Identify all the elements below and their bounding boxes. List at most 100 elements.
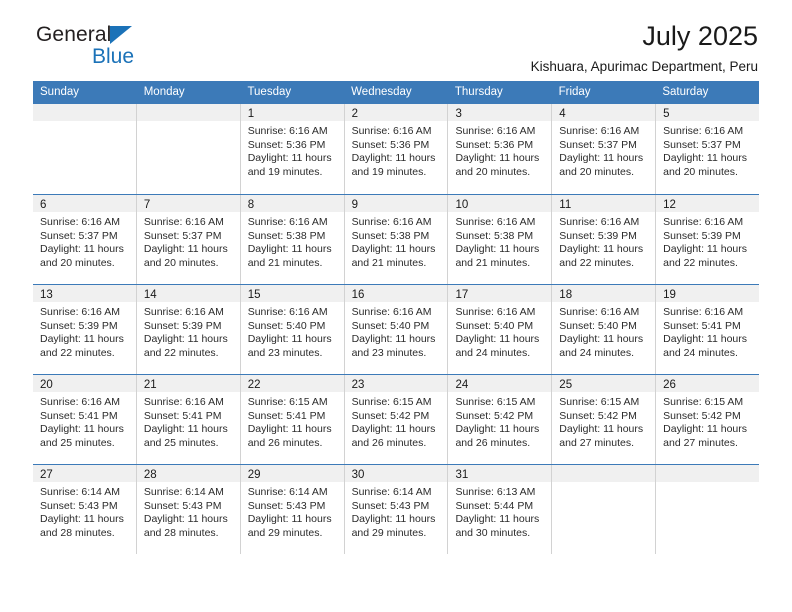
day-sun-info: Sunrise: 6:15 AM Sunset: 5:42 PM Daylight:… xyxy=(552,392,655,450)
weekday-header-row: Sunday Monday Tuesday Wednesday Thursday… xyxy=(33,81,759,104)
day-number: 5 xyxy=(663,108,670,120)
day-cell[interactable]: 11 Sunrise: 6:16 AM Sunset: 5:39 PM Dayligh… xyxy=(552,195,657,284)
sunrise-text: Sunrise: 6:16 AM xyxy=(663,306,744,318)
day-cell[interactable]: 9 Sunrise: 6:16 AM Sunset: 5:38 PM Daylight… xyxy=(344,195,449,284)
day-number: 27 xyxy=(40,469,53,481)
sunset-text: Sunset: 5:39 PM xyxy=(40,319,118,332)
day-number-bar: 18 xyxy=(552,285,656,302)
day-number-bar: 14 xyxy=(136,285,240,302)
sunset-text: Sunset: 5:43 PM xyxy=(351,499,430,512)
day-number: 16 xyxy=(351,289,365,301)
sunset-text: Sunset: 5:36 PM xyxy=(351,138,430,151)
day-cell[interactable]: 20 Sunrise: 6:16 AM Sunset: 5:41 PM Dayligh… xyxy=(33,375,137,464)
sunrise-text: Sunrise: 6:16 AM xyxy=(559,125,640,137)
day-number-bar: 20 xyxy=(33,375,136,392)
day-number: 10 xyxy=(455,199,469,211)
calendar-week-row: 13 Sunrise: 6:16 AM Sunset: 5:39 PM Dayligh… xyxy=(33,284,760,374)
day-sun-info: Sunrise: 6:13 AM Sunset: 5:44 PM Daylight:… xyxy=(448,482,551,540)
day-number-bar: 5 xyxy=(656,104,760,121)
sunrise-text: Sunrise: 6:13 AM xyxy=(455,486,536,498)
day-number: 3 xyxy=(455,108,462,120)
weekday-saturday: Saturday xyxy=(662,86,709,98)
day-cell[interactable]: 17 Sunrise: 6:16 AM Sunset: 5:40 PM Dayligh… xyxy=(448,285,553,374)
day-number-bar xyxy=(552,465,656,482)
sunset-text: Sunset: 5:39 PM xyxy=(143,319,222,332)
day-cell[interactable]: 3 Sunrise: 6:16 AM Sunset: 5:36 PM Daylight… xyxy=(448,104,553,194)
day-cell[interactable]: 16 Sunrise: 6:16 AM Sunset: 5:40 PM Dayligh… xyxy=(344,285,449,374)
day-number: 4 xyxy=(559,108,566,120)
daylight-text: Daylight: 11 hours and 27 minutes. xyxy=(559,423,644,449)
day-number-bar: 6 xyxy=(33,195,136,212)
day-number-bar: 24 xyxy=(448,375,552,392)
day-number-bar: 21 xyxy=(136,375,240,392)
sunset-text: Sunset: 5:42 PM xyxy=(663,409,741,422)
day-number: 1 xyxy=(247,108,255,120)
logo-text-general: General xyxy=(36,23,112,46)
daylight-text: Daylight: 11 hours and 25 minutes. xyxy=(40,423,124,449)
day-cell[interactable]: 6 Sunrise: 6:16 AM Sunset: 5:37 PM Daylight… xyxy=(33,195,137,284)
day-cell[interactable]: 18 Sunrise: 6:16 AM Sunset: 5:40 PM Dayligh… xyxy=(552,285,657,374)
day-number-bar: 4 xyxy=(552,104,656,121)
calendar-grid: Sunday Monday Tuesday Wednesday Thursday… xyxy=(33,81,760,554)
sunset-text: Sunset: 5:36 PM xyxy=(455,138,534,151)
day-number: 15 xyxy=(247,289,261,301)
day-cell[interactable]: 5 Sunrise: 6:16 AM Sunset: 5:37 PM Daylight… xyxy=(656,104,760,194)
day-number: 13 xyxy=(40,289,53,301)
day-cell[interactable]: 31 Sunrise: 6:13 AM Sunset: 5:44 PM Dayligh… xyxy=(448,465,553,554)
daylight-text: Daylight: 11 hours and 28 minutes. xyxy=(143,513,228,539)
day-cell[interactable]: 19 Sunrise: 6:16 AM Sunset: 5:41 PM Dayligh… xyxy=(656,285,760,374)
day-number-bar: 26 xyxy=(656,375,760,392)
day-cell[interactable]: 15 Sunrise: 6:16 AM Sunset: 5:40 PM Dayligh… xyxy=(240,285,345,374)
sunrise-text: Sunrise: 6:16 AM xyxy=(143,306,224,318)
sunset-text: Sunset: 5:36 PM xyxy=(247,138,326,151)
day-cell[interactable]: 4 Sunrise: 6:16 AM Sunset: 5:37 PM Daylight… xyxy=(552,104,657,194)
day-cell[interactable]: 21 Sunrise: 6:16 AM Sunset: 5:41 PM Dayligh… xyxy=(136,375,241,464)
day-cell[interactable]: 10 Sunrise: 6:16 AM Sunset: 5:38 PM Dayligh… xyxy=(448,195,553,284)
sunrise-text: Sunrise: 6:14 AM xyxy=(143,486,224,498)
day-sun-info: Sunrise: 6:16 AM Sunset: 5:37 PM Daylight:… xyxy=(656,121,759,179)
daylight-text: Daylight: 11 hours and 25 minutes. xyxy=(143,423,228,449)
day-cell[interactable]: 1 Sunrise: 6:16 AM Sunset: 5:36 PM Daylight… xyxy=(240,104,345,194)
day-cell[interactable]: 22 Sunrise: 6:15 AM Sunset: 5:41 PM Dayligh… xyxy=(240,375,345,464)
daylight-text: Daylight: 11 hours and 23 minutes. xyxy=(351,333,436,359)
day-number: 24 xyxy=(455,379,469,391)
daylight-text: Daylight: 11 hours and 26 minutes. xyxy=(247,423,332,449)
day-cell[interactable]: 12 Sunrise: 6:16 AM Sunset: 5:39 PM Dayligh… xyxy=(656,195,760,284)
day-cell[interactable]: 8 Sunrise: 6:16 AM Sunset: 5:38 PM Daylight… xyxy=(240,195,345,284)
day-cell[interactable]: 29 Sunrise: 6:14 AM Sunset: 5:43 PM Dayligh… xyxy=(240,465,345,554)
day-cell[interactable]: 27 Sunrise: 6:14 AM Sunset: 5:43 PM Dayligh… xyxy=(33,465,137,554)
day-number-bar: 9 xyxy=(344,195,448,212)
day-cell[interactable]: 23 Sunrise: 6:15 AM Sunset: 5:42 PM Dayligh… xyxy=(344,375,449,464)
day-sun-info: Sunrise: 6:16 AM Sunset: 5:38 PM Daylight:… xyxy=(345,212,448,270)
sunrise-text: Sunrise: 6:16 AM xyxy=(455,306,536,318)
day-number: 23 xyxy=(351,379,365,391)
day-number: 28 xyxy=(143,469,157,481)
day-cell[interactable]: 30 Sunrise: 6:14 AM Sunset: 5:43 PM Dayligh… xyxy=(344,465,449,554)
sunset-text: Sunset: 5:40 PM xyxy=(351,319,430,332)
day-cell[interactable]: 26 Sunrise: 6:15 AM Sunset: 5:42 PM Dayligh… xyxy=(656,375,760,464)
weekday-wednesday: Wednesday xyxy=(351,86,412,98)
day-number-bar: 8 xyxy=(240,195,344,212)
day-cell[interactable]: 24 Sunrise: 6:15 AM Sunset: 5:42 PM Dayligh… xyxy=(448,375,553,464)
day-cell[interactable]: 2 Sunrise: 6:16 AM Sunset: 5:36 PM Daylight… xyxy=(344,104,449,194)
day-sun-info: Sunrise: 6:16 AM Sunset: 5:41 PM Daylight:… xyxy=(137,392,240,450)
day-sun-info: Sunrise: 6:16 AM Sunset: 5:41 PM Daylight:… xyxy=(33,392,136,450)
sunset-text: Sunset: 5:38 PM xyxy=(455,229,534,242)
day-sun-info: Sunrise: 6:14 AM Sunset: 5:43 PM Daylight:… xyxy=(345,482,448,540)
sunset-text: Sunset: 5:42 PM xyxy=(351,409,430,422)
day-cell[interactable]: 14 Sunrise: 6:16 AM Sunset: 5:39 PM Dayligh… xyxy=(136,285,241,374)
day-cell[interactable]: 28 Sunrise: 6:14 AM Sunset: 5:43 PM Dayligh… xyxy=(136,465,241,554)
sunrise-text: Sunrise: 6:16 AM xyxy=(455,125,536,137)
logo-text-blue: Blue xyxy=(92,45,135,68)
day-cell[interactable]: 13 Sunrise: 6:16 AM Sunset: 5:39 PM Dayligh… xyxy=(33,285,137,374)
daylight-text: Daylight: 11 hours and 22 minutes. xyxy=(143,333,228,359)
day-number-bar xyxy=(656,465,760,482)
day-cell[interactable]: 7 Sunrise: 6:16 AM Sunset: 5:37 PM Daylight… xyxy=(136,195,241,284)
day-cell[interactable]: 25 Sunrise: 6:15 AM Sunset: 5:42 PM Dayligh… xyxy=(552,375,657,464)
day-number: 20 xyxy=(40,379,53,391)
day-number-bar: 28 xyxy=(136,465,240,482)
weekday-monday: Monday xyxy=(143,86,185,98)
calendar-page: General Blue July 2025 Kishuara, Apurima… xyxy=(0,0,792,612)
sunset-text: Sunset: 5:43 PM xyxy=(143,499,222,512)
day-sun-info: Sunrise: 6:16 AM Sunset: 5:36 PM Daylight:… xyxy=(448,121,551,179)
